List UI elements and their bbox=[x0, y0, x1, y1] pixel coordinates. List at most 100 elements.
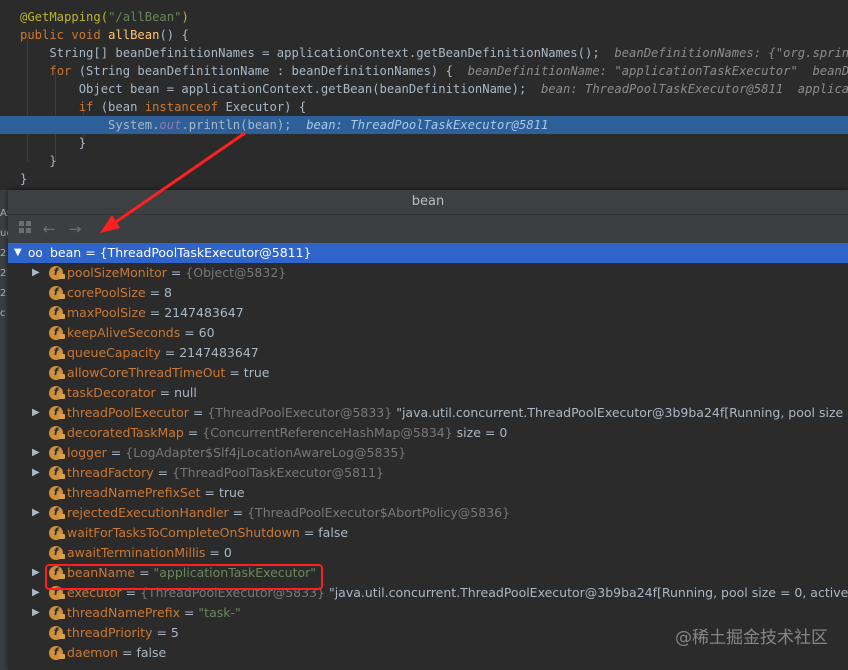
popup-toolbar: ← → bbox=[8, 215, 848, 243]
field-name: waitForTasksToCompleteOnShutdown bbox=[67, 525, 300, 540]
root-name: bean bbox=[50, 245, 82, 260]
field-row[interactable]: f keepAliveSeconds = 60 bbox=[8, 323, 848, 343]
lock-icon bbox=[59, 514, 65, 519]
code-token: Object bean = applicationContext.getBean… bbox=[20, 82, 541, 96]
forward-arrow-icon[interactable]: → bbox=[66, 220, 84, 238]
strip-label: 2 bbox=[0, 288, 7, 299]
chevron-right-icon[interactable]: ▶ bbox=[32, 603, 42, 623]
code-line[interactable]: @GetMapping("/allBean") bbox=[0, 8, 848, 26]
field-value: "java.util.concurrent.ThreadPoolExecutor… bbox=[396, 405, 848, 420]
field-value: "java.util.concurrent.ThreadPoolExecutor… bbox=[328, 585, 848, 600]
chevron-right-icon[interactable]: ▶ bbox=[32, 263, 42, 283]
equals-sign: = bbox=[225, 365, 244, 380]
code-editor[interactable]: @GetMapping("/allBean") public void allBe… bbox=[0, 0, 848, 190]
field-row[interactable]: f threadNamePrefixSet = true bbox=[8, 483, 848, 503]
code-token: if bbox=[78, 100, 101, 114]
field-row[interactable]: ▶ f threadFactory = {ThreadPoolTaskExecuto… bbox=[8, 463, 848, 483]
field-name: taskDecorator bbox=[67, 385, 156, 400]
equals-sign: = bbox=[188, 405, 208, 420]
equals-sign: = bbox=[205, 545, 224, 560]
field-value: 0 bbox=[223, 545, 232, 560]
code-token: "/allBean" bbox=[108, 10, 182, 24]
field-name: allowCoreThreadTimeOut bbox=[67, 365, 226, 380]
field-row[interactable]: f decoratedTaskMap = {ConcurrentReference… bbox=[8, 423, 848, 443]
field-name: threadPoolExecutor bbox=[67, 405, 189, 420]
lock-icon bbox=[59, 294, 65, 299]
code-line[interactable]: for (String beanDefinitionName : beanDef… bbox=[0, 62, 848, 80]
chevron-right-icon[interactable]: ▶ bbox=[32, 503, 42, 523]
code-line[interactable]: } bbox=[0, 170, 848, 188]
equals-sign: = bbox=[160, 345, 180, 360]
tree-root-row[interactable]: ▼ oo bean = {ThreadPoolTaskExecutor@5811… bbox=[8, 243, 848, 263]
field-row[interactable]: f taskDecorator = null bbox=[8, 383, 848, 403]
field-name: daemon bbox=[67, 645, 119, 660]
code-line[interactable]: if (bean instanceof Executor) { bbox=[0, 98, 848, 116]
back-arrow-icon[interactable]: ← bbox=[40, 220, 58, 238]
code-token: ) bbox=[181, 10, 189, 24]
lock-icon bbox=[59, 534, 65, 539]
field-row[interactable]: f allowCoreThreadTimeOut = true bbox=[8, 363, 848, 383]
code-token: System. bbox=[20, 118, 160, 132]
lock-icon bbox=[59, 654, 65, 659]
code-line[interactable]: } bbox=[0, 134, 848, 152]
field-row[interactable]: ▶ f poolSizeMonitor = {Object@5832} bbox=[8, 263, 848, 283]
lock-icon bbox=[59, 394, 65, 399]
lock-icon bbox=[59, 374, 65, 379]
field-row[interactable]: ▶ f rejectedExecutionHandler = {ThreadPool… bbox=[8, 503, 848, 523]
strip-label: c bbox=[0, 308, 6, 319]
field-name: poolSizeMonitor bbox=[67, 265, 167, 280]
field-row[interactable]: f queueCapacity = 2147483647 bbox=[8, 343, 848, 363]
code-token: for bbox=[49, 64, 79, 78]
equals-sign: = bbox=[228, 505, 248, 520]
lock-icon bbox=[59, 554, 65, 559]
field-value: "task-" bbox=[198, 605, 241, 620]
current-execution-line[interactable]: System.out.println(bean); bean: ThreadPo… bbox=[0, 116, 848, 134]
code-line[interactable]: } bbox=[0, 152, 848, 170]
watermark: @稀土掘金技术社区 bbox=[675, 628, 828, 648]
field-row[interactable]: ▶ f threadNamePrefix = "task-" bbox=[8, 603, 848, 623]
chevron-right-icon[interactable]: ▶ bbox=[32, 403, 42, 423]
field-row[interactable]: f corePoolSize = 8 bbox=[8, 283, 848, 303]
highlight-annotation-box bbox=[45, 564, 323, 590]
field-row[interactable]: f waitForTasksToCompleteOnShutdown = fals… bbox=[8, 523, 848, 543]
equals-sign: = bbox=[153, 465, 173, 480]
code-token: String[] beanDefinitionNames = applicati… bbox=[20, 46, 615, 60]
lock-icon bbox=[59, 634, 65, 639]
field-name: decoratedTaskMap bbox=[67, 425, 184, 440]
field-row[interactable]: ▶ f logger = {LogAdapter$Slf4jLocationAwar… bbox=[8, 443, 848, 463]
variables-tree[interactable]: ▼ oo bean = {ThreadPoolTaskExecutor@5811… bbox=[8, 243, 848, 670]
chevron-right-icon[interactable]: ▶ bbox=[32, 563, 42, 583]
lock-icon bbox=[59, 614, 65, 619]
code-line[interactable]: Object bean = applicationContext.getBean… bbox=[0, 80, 848, 98]
chevron-right-icon[interactable]: ▶ bbox=[32, 463, 42, 483]
code-token: allBean bbox=[108, 28, 160, 42]
field-value: 2147483647 bbox=[179, 345, 259, 360]
field-row[interactable]: f maxPoolSize = 2147483647 bbox=[8, 303, 848, 323]
chevron-right-icon[interactable]: ▶ bbox=[32, 443, 42, 463]
equals-sign: = bbox=[145, 285, 165, 300]
variable-inspector-popup[interactable]: bean ← → ▼ oo bean = {ThreadPoolTaskExec… bbox=[8, 190, 848, 670]
chevron-right-icon[interactable]: ▶ bbox=[32, 583, 42, 603]
lock-icon bbox=[59, 434, 65, 439]
field-name: queueCapacity bbox=[67, 345, 161, 360]
popup-title: bean bbox=[8, 190, 848, 215]
grid-icon[interactable] bbox=[16, 220, 34, 238]
code-line[interactable]: String[] beanDefinitionNames = applicati… bbox=[0, 44, 848, 62]
strip-label: 2 bbox=[0, 268, 7, 279]
code-token: (String beanDefinitionName : beanDefinit… bbox=[78, 64, 468, 78]
chevron-down-icon[interactable]: ▼ bbox=[14, 243, 24, 263]
inline-value-hint: beanDefinitionNames: {"org.springfram bbox=[614, 46, 848, 60]
field-type: {ConcurrentReferenceHashMap@5834} bbox=[202, 425, 453, 440]
field-row[interactable]: ▶ f threadPoolExecutor = {ThreadPoolExecut… bbox=[8, 403, 848, 423]
field-value: null bbox=[174, 385, 197, 400]
equals-sign: = bbox=[118, 645, 137, 660]
code-line[interactable]: public void allBean() { bbox=[0, 26, 848, 44]
field-row[interactable]: f awaitTerminationMillis = 0 bbox=[8, 543, 848, 563]
field-value: 5 bbox=[170, 625, 179, 640]
code-token: ); bbox=[276, 118, 307, 132]
equals-sign: = bbox=[180, 325, 199, 340]
equals-sign: = bbox=[145, 305, 165, 320]
code-token: @GetMapping( bbox=[20, 10, 109, 24]
equals-sign: = bbox=[152, 625, 171, 640]
